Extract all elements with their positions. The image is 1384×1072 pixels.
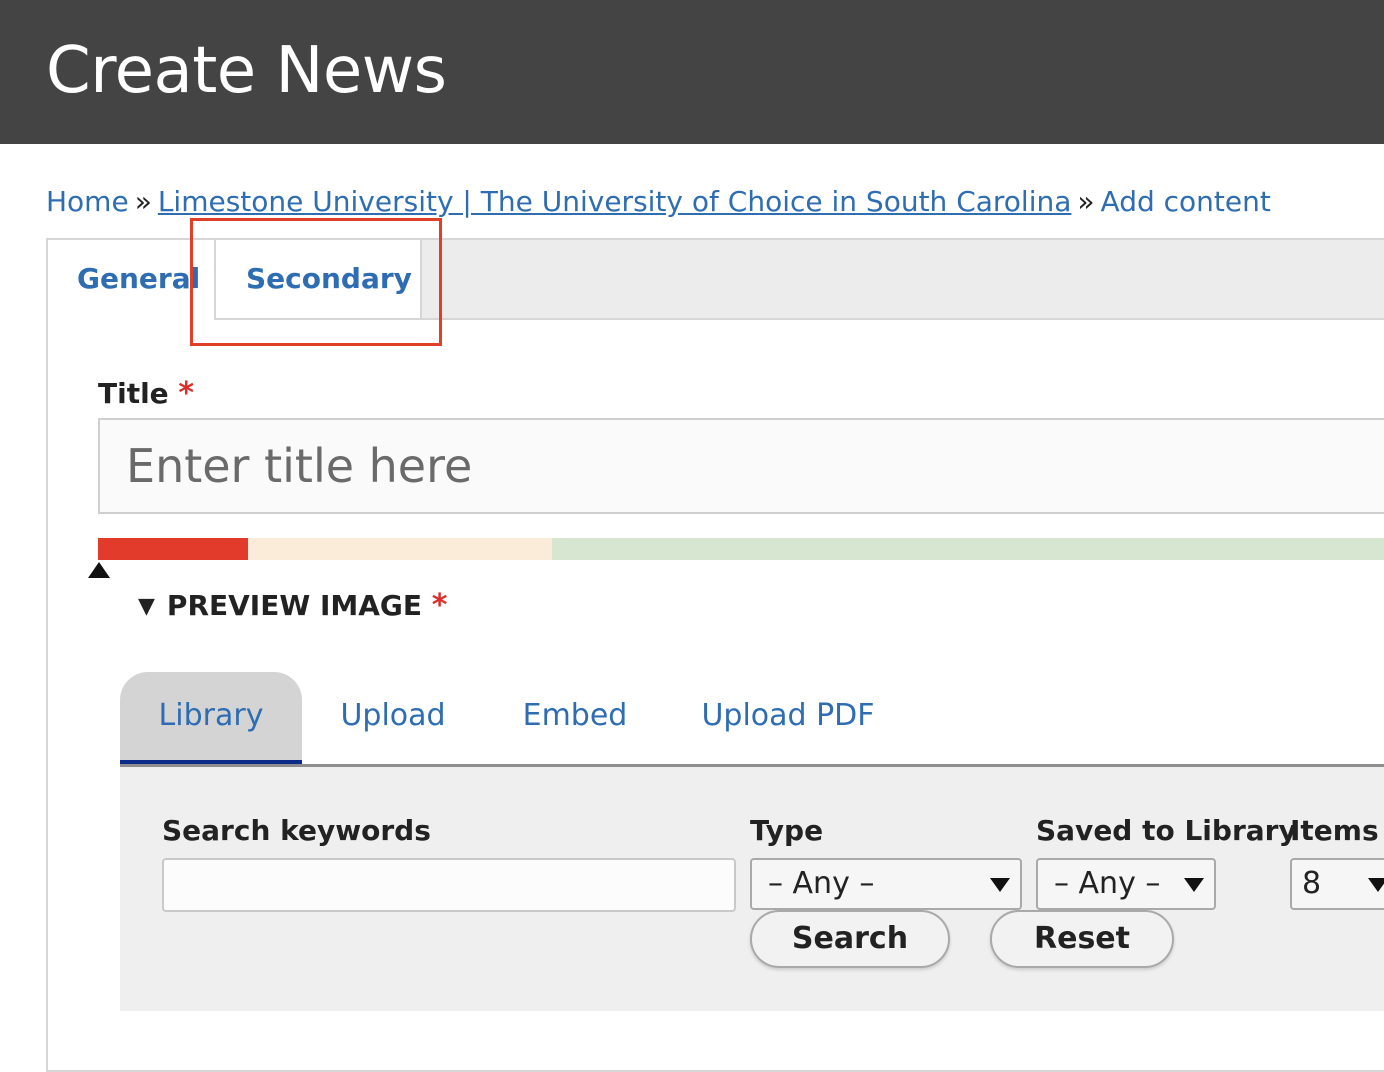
title-label-text: Title: [98, 377, 169, 410]
dropdown-arrow-icon: [1184, 878, 1204, 892]
search-button[interactable]: Search: [750, 910, 950, 968]
title-length-indicator-icon: [88, 562, 110, 578]
title-length-meter-red: [98, 538, 248, 560]
page-header: Create News: [0, 0, 1384, 144]
highlight-annotation-box: [190, 218, 442, 346]
breadcrumb-add-content-link[interactable]: Add content: [1101, 185, 1271, 218]
items-per-page-select[interactable]: 8: [1290, 858, 1384, 910]
breadcrumb-separator: »: [134, 185, 152, 218]
page-title: Create News: [46, 34, 447, 108]
preview-image-toggle[interactable]: ▼ PREVIEW IMAGE *: [138, 588, 448, 623]
triangle-down-icon: ▼: [138, 594, 155, 619]
title-input[interactable]: [98, 418, 1384, 514]
items-label: Items: [1290, 814, 1379, 847]
breadcrumb-separator: »: [1077, 185, 1095, 218]
title-label: Title *: [98, 376, 194, 411]
saved-select-value: – Any –: [1054, 866, 1161, 901]
dropdown-arrow-icon: [990, 878, 1010, 892]
title-length-meter-orange: [248, 538, 552, 560]
title-length-meter-green: [552, 538, 1384, 560]
media-tab-embed[interactable]: Embed: [506, 672, 644, 764]
required-marker: *: [178, 376, 195, 411]
media-tab-library[interactable]: Library: [120, 672, 302, 766]
search-keywords-label: Search keywords: [162, 814, 431, 847]
saved-to-library-label: Saved to Library: [1036, 814, 1297, 847]
breadcrumb-site-link[interactable]: Limestone University | The University of…: [158, 185, 1072, 218]
required-marker: *: [431, 588, 448, 623]
breadcrumb-home-link[interactable]: Home: [46, 185, 129, 218]
media-tab-upload-pdf[interactable]: Upload PDF: [686, 672, 890, 764]
breadcrumb: Home» Limestone University | The Universi…: [46, 184, 1271, 220]
saved-to-library-select[interactable]: – Any –: [1036, 858, 1216, 910]
tab-general-label: General: [77, 262, 201, 295]
type-select-value: – Any –: [768, 866, 875, 901]
items-select-value: 8: [1302, 866, 1322, 901]
reset-button[interactable]: Reset: [990, 910, 1174, 968]
search-keywords-input[interactable]: [162, 858, 736, 912]
media-tab-upload[interactable]: Upload: [322, 672, 464, 764]
type-select[interactable]: – Any –: [750, 858, 1022, 910]
dropdown-arrow-icon: [1368, 878, 1384, 892]
preview-image-label: PREVIEW IMAGE: [166, 589, 423, 622]
type-label: Type: [750, 814, 824, 847]
